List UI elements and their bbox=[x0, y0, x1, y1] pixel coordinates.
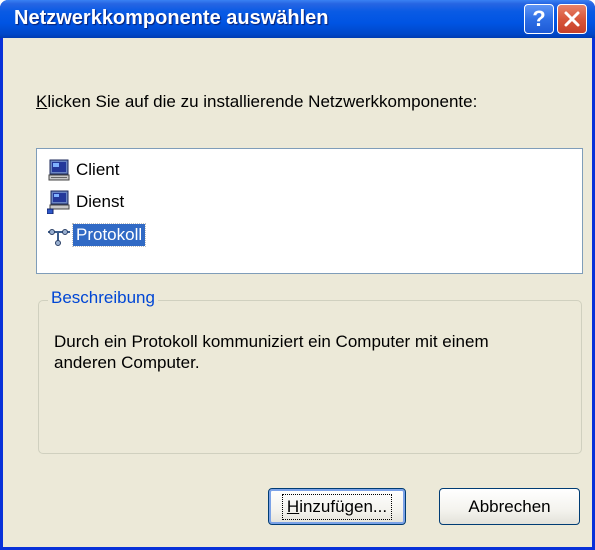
add-accelerator: H bbox=[286, 496, 300, 516]
cancel-button[interactable]: Abbrechen bbox=[439, 488, 580, 525]
service-computer-icon bbox=[47, 190, 70, 214]
title-bar[interactable]: Netzwerkkomponente auswählen ? bbox=[0, 0, 595, 38]
add-button[interactable]: Hinzufügen... bbox=[268, 488, 406, 525]
list-item-label: Protokoll bbox=[71, 223, 147, 247]
list-item-label: Client bbox=[76, 160, 120, 179]
list-item-protokoll[interactable]: Protokoll bbox=[47, 222, 147, 248]
close-icon[interactable] bbox=[557, 4, 587, 34]
list-item-client[interactable]: Client bbox=[47, 157, 122, 183]
description-title: Beschreibung bbox=[48, 288, 158, 308]
list-item-label: Dienst bbox=[76, 192, 125, 211]
add-rest: inzufügen... bbox=[299, 496, 388, 516]
instruction-rest: licken Sie auf die zu installierende Net… bbox=[47, 92, 478, 111]
list-item-dienst[interactable]: Dienst bbox=[47, 189, 127, 215]
dialog-window: Netzwerkkomponente auswählen ? Klicken S… bbox=[0, 0, 595, 550]
window-title: Netzwerkkomponente auswählen bbox=[14, 7, 329, 29]
protocol-network-icon bbox=[48, 229, 70, 246]
help-icon[interactable]: ? bbox=[524, 4, 554, 34]
add-button-label: Hinzufügen... bbox=[281, 493, 393, 520]
instruction-accelerator: K bbox=[36, 92, 48, 111]
description-text: Durch ein Protokoll kommuniziert ein Com… bbox=[54, 332, 489, 372]
component-list[interactable]: Client Dienst Protokoll bbox=[36, 148, 583, 274]
instruction-text: Klicken Sie auf die zu installierende Ne… bbox=[36, 92, 477, 112]
client-computer-icon bbox=[48, 159, 70, 181]
description-group: Beschreibung Durch ein Protokoll kommuni… bbox=[38, 288, 582, 454]
